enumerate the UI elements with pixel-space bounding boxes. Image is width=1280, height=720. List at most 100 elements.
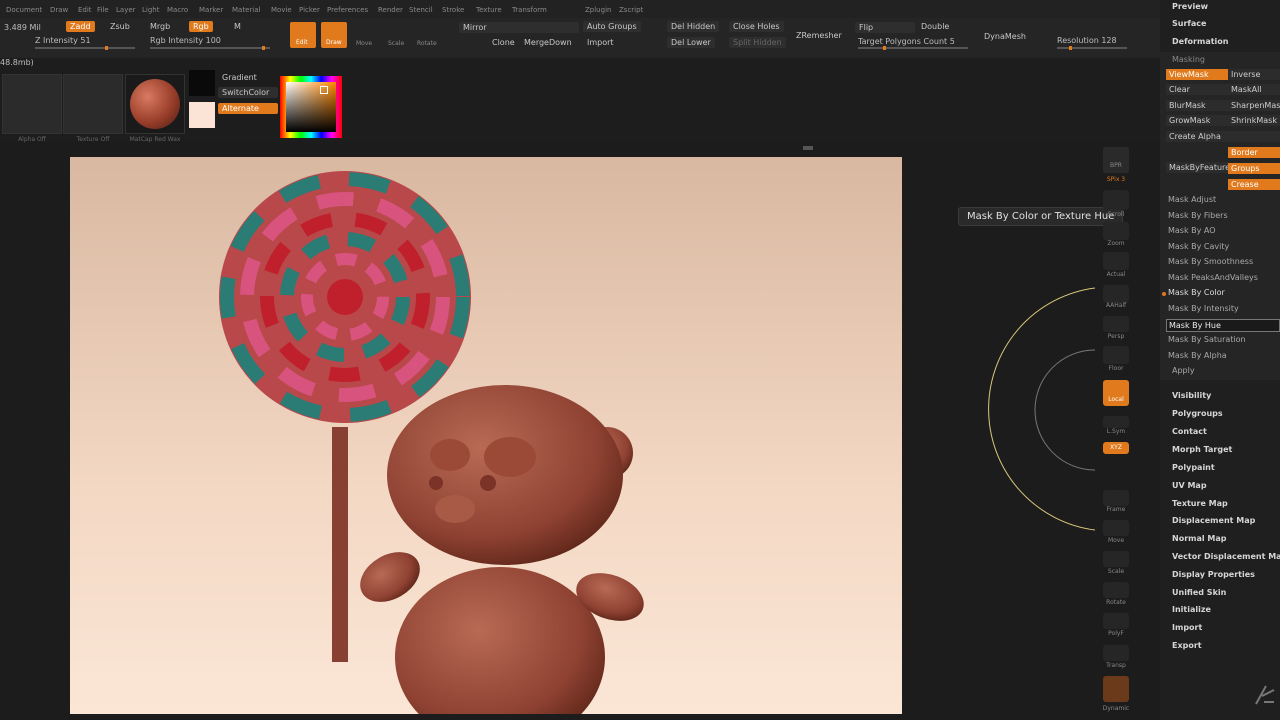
xyz-button[interactable]: XYZ [1103, 442, 1129, 454]
zoom-button[interactable] [1103, 222, 1129, 240]
maskall-button[interactable]: MaskAll [1228, 84, 1280, 95]
canvas-viewport[interactable] [70, 157, 902, 714]
groups-toggle[interactable]: Groups [1228, 163, 1280, 174]
maskbyfeature-button[interactable]: MaskByFeature [1166, 162, 1228, 173]
menu-file[interactable]: File [97, 6, 109, 14]
menu-stroke[interactable]: Stroke [442, 6, 464, 14]
mirror-button[interactable]: Mirror [459, 22, 579, 33]
clone-button[interactable]: Clone [488, 37, 519, 48]
del-lower-button[interactable]: Del Lower [667, 37, 715, 48]
menu-zplugin[interactable]: Zplugin [585, 6, 611, 14]
mrgb-button[interactable]: Mrgb [146, 21, 174, 32]
morph-target-header[interactable]: Morph Target [1172, 445, 1232, 454]
menu-layer[interactable]: Layer [116, 6, 136, 14]
aahalf-button[interactable] [1103, 285, 1129, 303]
move-view-button[interactable] [1103, 520, 1129, 536]
auto-groups-button[interactable]: Auto Groups [583, 21, 641, 32]
import-header[interactable]: Import [1172, 623, 1202, 632]
menu-transform[interactable]: Transform [512, 6, 547, 14]
menu-material[interactable]: Material [232, 6, 260, 14]
move-button[interactable]: Move [353, 22, 377, 48]
zadd-button[interactable]: Zadd [66, 21, 95, 32]
normal-map-header[interactable]: Normal Map [1172, 534, 1226, 543]
polygroups-header[interactable]: Polygroups [1172, 409, 1223, 418]
draw-button[interactable]: Draw [321, 22, 347, 48]
dynamic-button[interactable] [1103, 676, 1129, 702]
mask-by-saturation-item[interactable]: Mask By Saturation [1168, 335, 1246, 344]
vector-displacement-map-header[interactable]: Vector Displacement Map [1172, 552, 1280, 561]
flip-button[interactable]: Flip [855, 22, 915, 33]
rgb-button[interactable]: Rgb [189, 21, 213, 32]
clear-button[interactable]: Clear [1166, 84, 1228, 95]
display-properties-header[interactable]: Display Properties [1172, 570, 1255, 579]
z-intensity-slider[interactable] [35, 46, 135, 50]
mask-by-hue-item[interactable]: Mask By Hue [1166, 319, 1280, 332]
apply-item[interactable]: Apply [1172, 366, 1195, 375]
frame-button[interactable] [1103, 490, 1129, 506]
menu-draw[interactable]: Draw [50, 6, 68, 14]
secondary-color-swatch[interactable] [189, 102, 215, 128]
initialize-header[interactable]: Initialize [1172, 605, 1211, 614]
rotate-view-button[interactable] [1103, 582, 1129, 598]
bpr-button[interactable] [1103, 147, 1129, 173]
mergedown-button[interactable]: MergeDown [520, 37, 576, 48]
create-alpha-button[interactable]: Create Alpha [1166, 131, 1280, 142]
preview-header[interactable]: Preview [1172, 2, 1208, 11]
displacement-map-header[interactable]: Displacement Map [1172, 516, 1255, 525]
rotate-button[interactable]: Rotate [415, 22, 441, 48]
mask-by-smoothness-item[interactable]: Mask By Smoothness [1168, 257, 1253, 266]
mask-by-color-item[interactable]: Mask By Color [1168, 288, 1225, 297]
alternate-button[interactable]: Alternate [218, 103, 278, 114]
polyf-button[interactable] [1103, 613, 1129, 629]
color-picker[interactable] [280, 76, 342, 138]
crease-toggle[interactable]: Crease [1228, 179, 1280, 190]
menu-light[interactable]: Light [142, 6, 159, 14]
scroll-button[interactable] [1103, 190, 1129, 210]
material-thumbnail[interactable]: MatCap Red Wax [125, 74, 185, 143]
zremesher-button[interactable]: ZRemesher [792, 30, 846, 41]
transp-button[interactable] [1103, 645, 1129, 661]
sharpenmask-button[interactable]: SharpenMask [1228, 100, 1280, 111]
resolution-slider[interactable] [1057, 46, 1127, 50]
lsym-button[interactable] [1103, 416, 1129, 428]
target-polygons-slider[interactable] [858, 46, 968, 50]
inverse-button[interactable]: Inverse [1228, 69, 1280, 80]
menu-movie[interactable]: Movie [271, 6, 292, 14]
alpha-thumbnail[interactable]: Alpha Off [2, 74, 62, 143]
dock-handle[interactable] [803, 146, 813, 150]
edit-button[interactable]: Edit [290, 22, 316, 48]
scale-view-button[interactable] [1103, 551, 1129, 567]
menu-preferences[interactable]: Preferences [327, 6, 368, 14]
dynamesh-button[interactable]: DynaMesh [980, 31, 1030, 42]
menu-texture[interactable]: Texture [476, 6, 502, 14]
surface-header[interactable]: Surface [1172, 19, 1206, 28]
border-toggle[interactable]: Border [1228, 147, 1280, 158]
shrinkmask-button[interactable]: ShrinkMask [1228, 115, 1280, 126]
mask-by-cavity-item[interactable]: Mask By Cavity [1168, 242, 1229, 251]
double-button[interactable]: Double [917, 21, 953, 32]
m-button[interactable]: M [230, 21, 245, 32]
menu-document[interactable]: Document [6, 6, 42, 14]
local-button[interactable]: Local [1103, 380, 1129, 406]
deformation-header[interactable]: Deformation [1172, 37, 1228, 46]
persp-button[interactable] [1103, 316, 1129, 332]
rgb-intensity-slider[interactable] [150, 46, 270, 50]
mask-adjust-item[interactable]: Mask Adjust [1168, 195, 1216, 204]
floor-button[interactable] [1103, 346, 1129, 364]
growmask-button[interactable]: GrowMask [1166, 115, 1228, 126]
blurmask-button[interactable]: BlurMask [1166, 100, 1228, 111]
polypaint-header[interactable]: Polypaint [1172, 463, 1215, 472]
mask-peaksandvalleys-item[interactable]: Mask PeaksAndValleys [1168, 273, 1258, 282]
scale-button[interactable]: Scale [385, 22, 409, 48]
zsub-button[interactable]: Zsub [106, 21, 134, 32]
actual-button[interactable] [1103, 252, 1129, 270]
contact-header[interactable]: Contact [1172, 427, 1207, 436]
texture-map-header[interactable]: Texture Map [1172, 499, 1228, 508]
texture-thumbnail[interactable]: Texture Off [63, 74, 123, 143]
menu-zscript[interactable]: Zscript [619, 6, 643, 14]
mask-by-fibers-item[interactable]: Mask By Fibers [1168, 211, 1228, 220]
split-hidden-button[interactable]: Split Hidden [729, 37, 786, 48]
masking-header[interactable]: Masking [1172, 55, 1205, 64]
close-holes-button[interactable]: Close Holes [729, 21, 784, 32]
menu-picker[interactable]: Picker [299, 6, 320, 14]
